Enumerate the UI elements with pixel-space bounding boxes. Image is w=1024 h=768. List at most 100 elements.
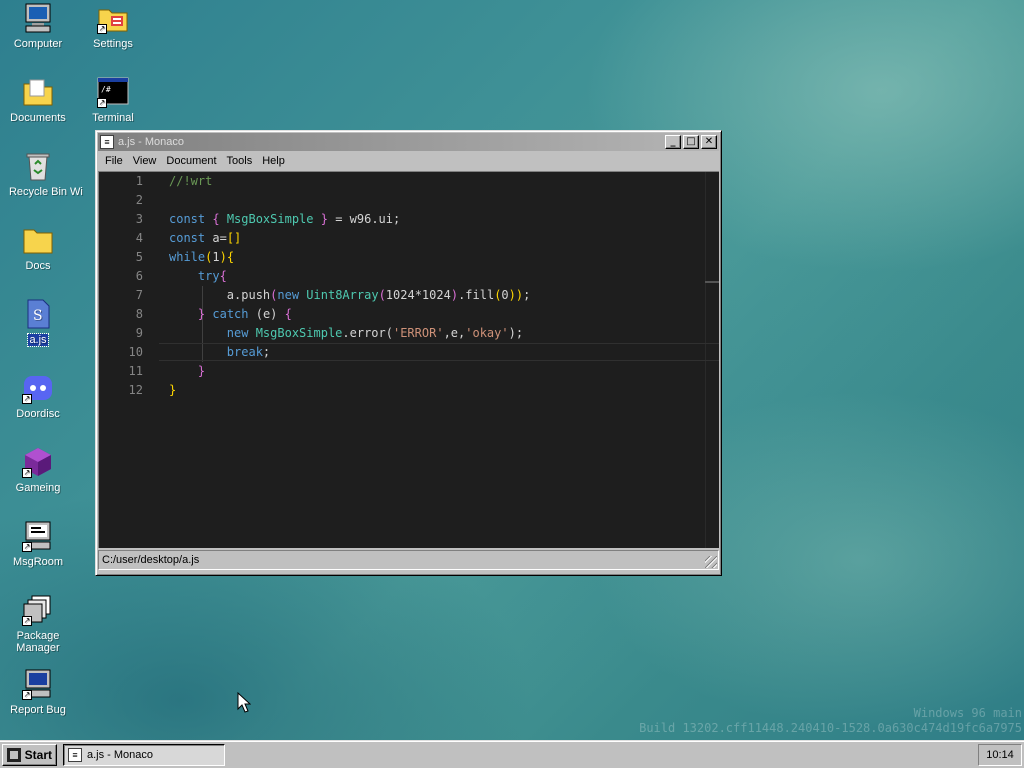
desktop-icon-label: Docs: [25, 260, 51, 272]
code-line[interactable]: 5 while(1){: [99, 248, 705, 267]
code-line[interactable]: 6 try{: [99, 267, 705, 286]
code-token: .error(: [342, 326, 393, 340]
menu-document[interactable]: Document: [161, 155, 221, 167]
code-line[interactable]: 4 const a=[]: [99, 229, 705, 248]
shortcut-arrow-icon: ↗: [22, 616, 32, 626]
code-line[interactable]: 1 //!wrt: [99, 172, 705, 191]
menu-help[interactable]: Help: [257, 155, 290, 167]
shortcut-arrow-icon: ↗: [22, 690, 32, 700]
shortcut-arrow-icon: ↗: [97, 98, 107, 108]
code-token: new: [277, 288, 300, 302]
code-token: MsgBoxSimple: [226, 212, 314, 226]
desktop-icon-label: Report Bug: [10, 704, 66, 716]
desktop-icon-label: Computer: [13, 38, 63, 50]
line-number: 5: [135, 250, 143, 264]
code-token: ,e,: [443, 326, 466, 340]
desktop-icon-recycle-bin[interactable]: Recycle Bin: [0, 150, 76, 198]
clock: 10:14: [986, 748, 1014, 761]
msgroom-icon: ↗: [22, 520, 54, 552]
code-line[interactable]: 10 break;: [99, 343, 719, 362]
code-line[interactable]: 7 a.push(new Uint8Array(1024*1024).fill(…: [99, 286, 705, 305]
shortcut-arrow-icon: ↗: [22, 468, 32, 478]
desktop-icon-a-js[interactable]: S a.js: [0, 298, 76, 347]
code-text: }: [169, 381, 176, 400]
desktop-icon-label: Documents: [10, 112, 66, 124]
system-tray-clock[interactable]: 10:14: [978, 743, 1022, 766]
code-text: const { MsgBoxSimple } = w96.ui;: [169, 210, 400, 229]
code-token: const: [169, 212, 206, 226]
code-text: }: [169, 362, 205, 381]
code-token: a.push: [169, 288, 271, 302]
resize-grip-icon[interactable]: [705, 556, 717, 568]
computer-icon: [22, 2, 54, 34]
start-button[interactable]: Start: [2, 743, 57, 766]
code-line[interactable]: 3 const { MsgBoxSimple } = w96.ui;: [99, 210, 705, 229]
desktop-icon-report-bug[interactable]: ↗ Report Bug: [0, 668, 76, 716]
desktop-icon-label: Terminal: [92, 112, 134, 124]
code-token: 'okay': [465, 326, 509, 340]
code-text: a.push(new Uint8Array(1024*1024).fill(0)…: [169, 286, 531, 305]
scrollbar-thumb[interactable]: [705, 281, 719, 283]
menu-view[interactable]: View: [128, 155, 162, 167]
svg-text:S: S: [33, 308, 43, 324]
status-bar: C:/user/desktop/a.js: [98, 550, 719, 570]
documents-folder-icon: [22, 76, 54, 108]
code-line[interactable]: 9 new MsgBoxSimple.error('ERROR',e,'okay…: [99, 324, 705, 343]
code-text: //!wrt: [169, 172, 212, 191]
line-number: 9: [135, 326, 143, 340]
code-line[interactable]: 8 } catch (e) {: [99, 305, 705, 324]
taskbar-item-monaco[interactable]: ≡ a.js - Monaco: [63, 743, 225, 766]
line-number: 6: [135, 269, 143, 283]
desktop-icon-label: Gameing: [15, 482, 61, 494]
code-token: MsgBoxSimple: [248, 326, 343, 340]
desktop-icon-package-manager[interactable]: ↗ Package Manager: [0, 594, 76, 654]
line-number: 3: [135, 212, 143, 226]
mouse-cursor-icon: [237, 692, 251, 713]
start-logo-icon: [7, 747, 21, 762]
code-token: a=: [205, 231, 227, 245]
code-token: const: [169, 231, 206, 245]
terminal-icon: /# ↗: [97, 76, 129, 108]
close-button[interactable]: ✕: [701, 135, 717, 149]
build-watermark-line2: Build 13202.cff11448.240410-1528.0a630c4…: [639, 721, 1022, 735]
code-token: }: [313, 212, 336, 226]
code-token: (: [378, 288, 386, 302]
monaco-app-icon: ≡: [100, 135, 114, 149]
menu-tools[interactable]: Tools: [222, 155, 258, 167]
code-text: try{: [169, 267, 227, 286]
shortcut-arrow-icon: ↗: [97, 24, 107, 34]
line-number: 8: [135, 307, 143, 321]
code-token: = w96.ui;: [335, 212, 401, 226]
minimize-button[interactable]: _: [665, 135, 681, 149]
code-line[interactable]: 2: [99, 191, 705, 210]
window-title: a.js - Monaco: [118, 136, 185, 148]
menu-file[interactable]: File: [100, 155, 128, 167]
line-number: 4: [135, 231, 143, 245]
desktop-icon-msgroom[interactable]: ↗ MsgRoom: [0, 520, 76, 568]
code-token: );: [508, 326, 524, 340]
maximize-button[interactable]: □: [683, 135, 699, 149]
desktop-icon-terminal[interactable]: /# ↗ Terminal: [75, 76, 151, 124]
settings-icon: ↗: [97, 2, 129, 34]
doordisc-icon: ↗: [22, 372, 54, 404]
desktop-icon-computer[interactable]: Computer: [0, 2, 76, 50]
shortcut-arrow-icon: ↗: [22, 542, 32, 552]
code-editor[interactable]: 1 //!wrt 2 3 const { MsgBoxSimple } = w96.ui…: [98, 171, 719, 548]
code-token: 'ERROR': [392, 326, 444, 340]
menu-bar: File View Document Tools Help: [98, 151, 719, 171]
desktop-icon-doordisc[interactable]: ↗ Doordisc: [0, 372, 76, 420]
desktop-icon-label: Package Manager: [16, 630, 60, 654]
code-line[interactable]: 11 }: [99, 362, 705, 381]
code-line[interactable]: 12}: [99, 381, 705, 400]
desktop-icon-documents[interactable]: Documents: [0, 76, 76, 124]
window-titlebar[interactable]: ≡ a.js - Monaco _ □ ✕: [98, 133, 719, 151]
editor-window: ≡ a.js - Monaco _ □ ✕ File View Document…: [95, 130, 722, 576]
desktop-icon-docs[interactable]: Docs: [0, 224, 76, 272]
desktop-icon-settings[interactable]: ↗ Settings: [75, 2, 151, 50]
code-text: while(1){: [169, 248, 234, 267]
gameing-icon: ↗: [22, 446, 54, 478]
desktop-icon-gameing[interactable]: ↗ Gameing: [0, 446, 76, 494]
